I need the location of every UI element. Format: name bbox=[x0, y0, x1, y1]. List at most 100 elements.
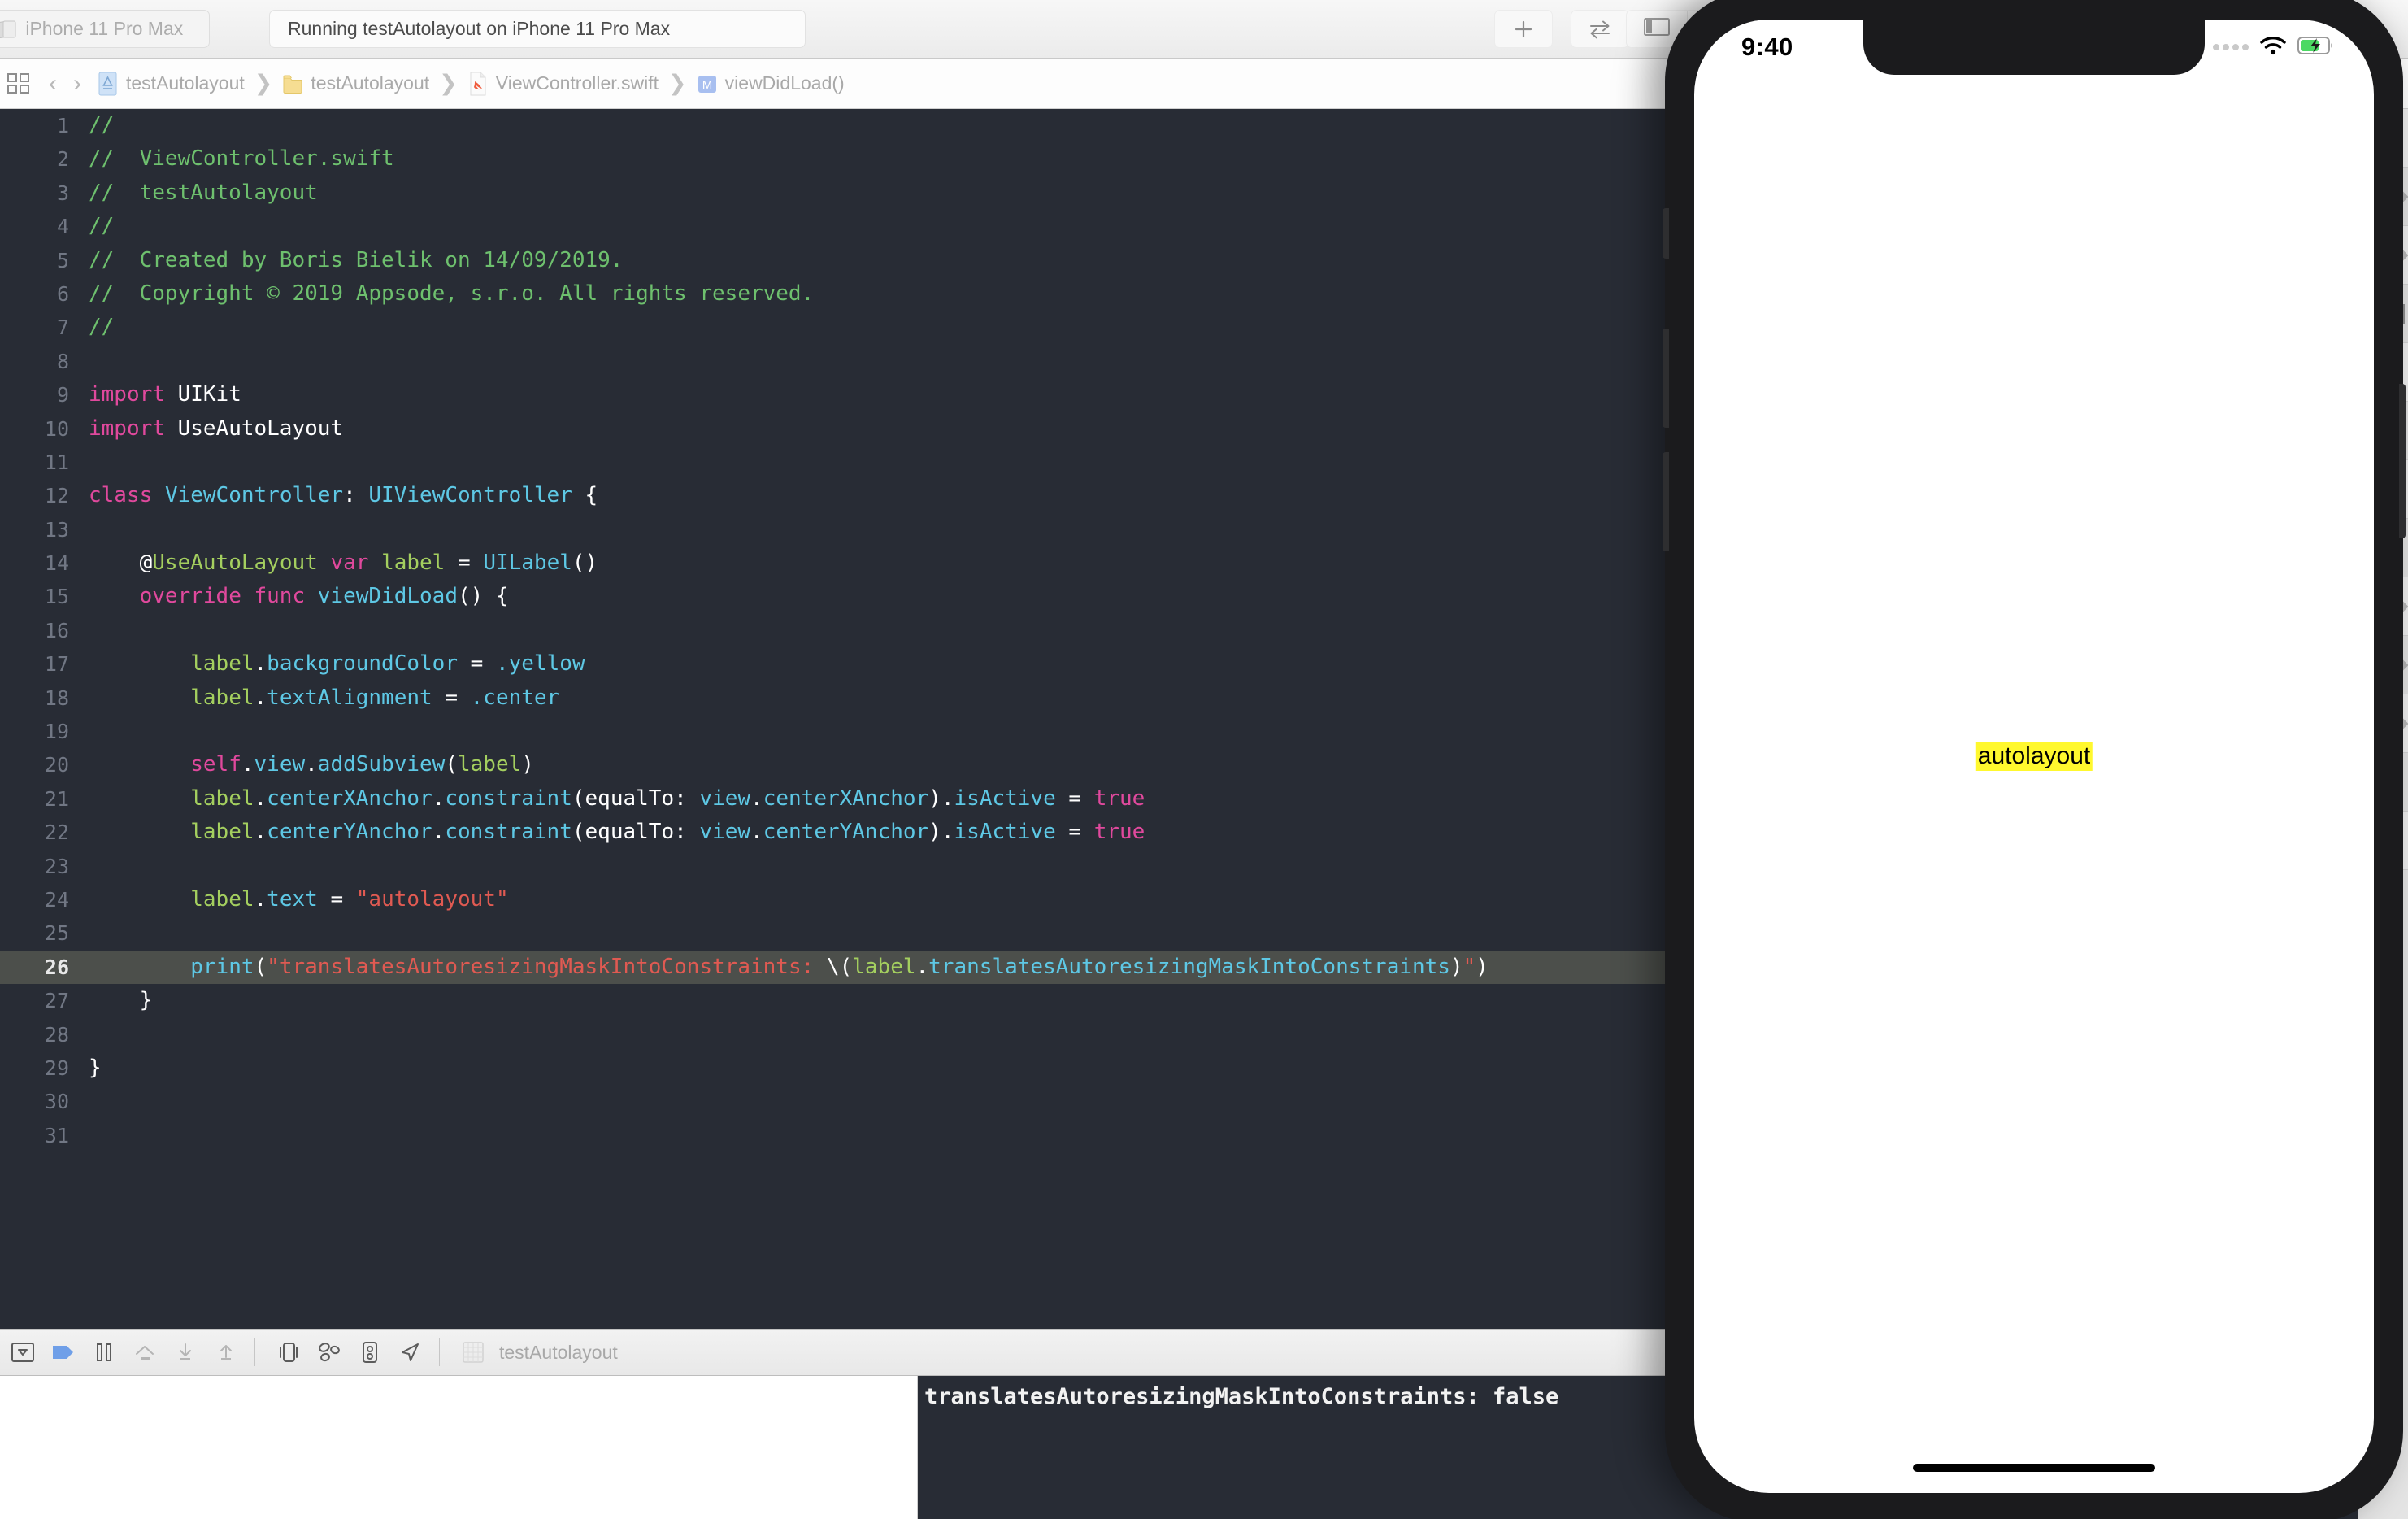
related-items-icon[interactable] bbox=[7, 72, 31, 96]
code-token: import bbox=[89, 382, 165, 407]
breadcrumb-separator: ❯ bbox=[668, 71, 687, 95]
code-token: ( bbox=[572, 786, 585, 811]
line-text: } bbox=[89, 984, 153, 1017]
code-token: . bbox=[254, 685, 267, 710]
continue-button[interactable] bbox=[46, 1336, 81, 1369]
line-text: // bbox=[89, 311, 114, 344]
code-token: .center bbox=[470, 685, 560, 710]
scheme-label: iPhone 11 Pro Max bbox=[25, 18, 184, 39]
code-token: self bbox=[190, 752, 241, 777]
step-out-button[interactable] bbox=[208, 1336, 244, 1369]
line-text: label.backgroundColor = .yellow bbox=[89, 647, 585, 681]
pause-button[interactable] bbox=[86, 1336, 122, 1369]
line-text: import UseAutoLayout bbox=[89, 412, 343, 446]
code-token: UIKit bbox=[177, 382, 241, 407]
environment-overrides-button[interactable] bbox=[352, 1336, 388, 1369]
code-token: // Copyright © 2019 Appsode, s.r.o. All … bbox=[89, 281, 815, 306]
code-token: . bbox=[241, 752, 254, 777]
code-token: view bbox=[699, 820, 751, 845]
code-token: print bbox=[190, 954, 254, 979]
line-text: label.text = "autolayout" bbox=[89, 883, 509, 916]
iphone-simulator-window[interactable]: 9:40 autolayout bbox=[1663, 0, 2406, 1519]
breadcrumb-item-project[interactable]: testAutolayout bbox=[98, 72, 245, 96]
home-indicator[interactable] bbox=[1913, 1464, 2155, 1472]
scheme-destination-selector[interactable]: › iPhone 11 Pro Max bbox=[0, 10, 210, 48]
code-token: isActive bbox=[954, 786, 1056, 811]
code-token: true bbox=[1093, 820, 1145, 845]
line-text: label.textAlignment = .center bbox=[89, 681, 559, 715]
simulator-screen[interactable]: 9:40 autolayout bbox=[1694, 20, 2374, 1493]
code-token: textAlignment bbox=[267, 685, 432, 710]
code-token: ( bbox=[445, 752, 458, 777]
code-token: . bbox=[432, 820, 446, 845]
line-text: @UseAutoLayout var label = UILabel() bbox=[89, 546, 598, 580]
step-over-button[interactable] bbox=[127, 1336, 163, 1369]
breadcrumb-item-file[interactable]: ViewController.swift bbox=[467, 72, 659, 96]
code-token: true bbox=[1093, 786, 1145, 811]
code-token: " bbox=[1463, 954, 1476, 979]
code-token: UseAutoLayout bbox=[177, 416, 344, 441]
code-token: UseAutoLayout bbox=[152, 551, 318, 576]
line-number: 31 bbox=[44, 1123, 69, 1147]
swap-editor-button[interactable] bbox=[1571, 10, 1629, 48]
code-token: label bbox=[852, 954, 916, 979]
volume-down-button[interactable] bbox=[1663, 452, 1669, 551]
breadcrumb-label: viewDidLoad() bbox=[724, 72, 845, 94]
code-token: ( bbox=[572, 820, 585, 845]
code-token: // bbox=[89, 214, 115, 239]
line-text: // bbox=[89, 210, 114, 243]
code-token: import bbox=[89, 416, 165, 441]
line-text: // ViewController.swift bbox=[89, 142, 394, 176]
volume-up-button[interactable] bbox=[1663, 329, 1669, 428]
code-token: . bbox=[750, 786, 763, 811]
hide-debug-area-button[interactable] bbox=[5, 1336, 41, 1369]
code-token: . bbox=[254, 651, 267, 677]
code-token: equalTo bbox=[585, 820, 675, 845]
debug-view-hierarchy-button[interactable] bbox=[271, 1336, 306, 1369]
code-token: . bbox=[750, 820, 763, 845]
breadcrumb-item-method[interactable]: M viewDidLoad() bbox=[697, 72, 845, 96]
line-number: 13 bbox=[44, 517, 69, 542]
code-token: constraint bbox=[445, 786, 572, 811]
line-number: 24 bbox=[44, 887, 69, 912]
line-text: label.centerXAnchor.constraint(equalTo: … bbox=[89, 782, 1145, 816]
code-token: view bbox=[699, 786, 751, 811]
debug-memory-graph-button[interactable] bbox=[311, 1336, 347, 1369]
variables-pane[interactable] bbox=[0, 1376, 918, 1519]
code-token: // Created by Boris Bielik on 14/09/2019… bbox=[89, 247, 624, 272]
step-into-button[interactable] bbox=[167, 1336, 203, 1369]
breadcrumb-item-group[interactable]: testAutolayout bbox=[282, 72, 429, 96]
navigate-forward-button[interactable]: › bbox=[73, 71, 81, 96]
screenshot-root: › iPhone 11 Pro Max Running testAutolayo… bbox=[0, 0, 2408, 1519]
code-token: label bbox=[190, 886, 254, 912]
code-token: .yellow bbox=[495, 651, 585, 677]
breadcrumb-label: ViewController.swift bbox=[495, 72, 659, 94]
line-number: 19 bbox=[44, 720, 69, 744]
code-token: : bbox=[343, 483, 369, 508]
line-number: 25 bbox=[44, 921, 69, 946]
code-token: "autolayout" bbox=[355, 886, 509, 912]
code-token: = bbox=[432, 685, 471, 710]
line-number: 5 bbox=[56, 248, 69, 272]
line-number: 15 bbox=[44, 585, 69, 609]
code-token: . bbox=[941, 786, 954, 811]
code-token: label bbox=[190, 786, 254, 811]
side-power-button[interactable] bbox=[2399, 384, 2406, 538]
line-text: print("translatesAutoresizingMaskIntoCon… bbox=[89, 951, 1489, 984]
activity-status-bar[interactable]: Running testAutolayout on iPhone 11 Pro … bbox=[269, 10, 806, 48]
navigate-back-button[interactable]: ‹ bbox=[49, 71, 57, 96]
code-token: UIViewController bbox=[368, 483, 572, 508]
code-token: var bbox=[330, 551, 369, 576]
breadcrumb-separator: ❯ bbox=[439, 71, 458, 95]
code-token: addSubview bbox=[317, 752, 446, 777]
code-token: override func bbox=[139, 584, 306, 609]
simulate-location-button[interactable] bbox=[393, 1336, 428, 1369]
silent-switch[interactable] bbox=[1663, 208, 1669, 259]
add-editor-button[interactable] bbox=[1494, 10, 1553, 48]
